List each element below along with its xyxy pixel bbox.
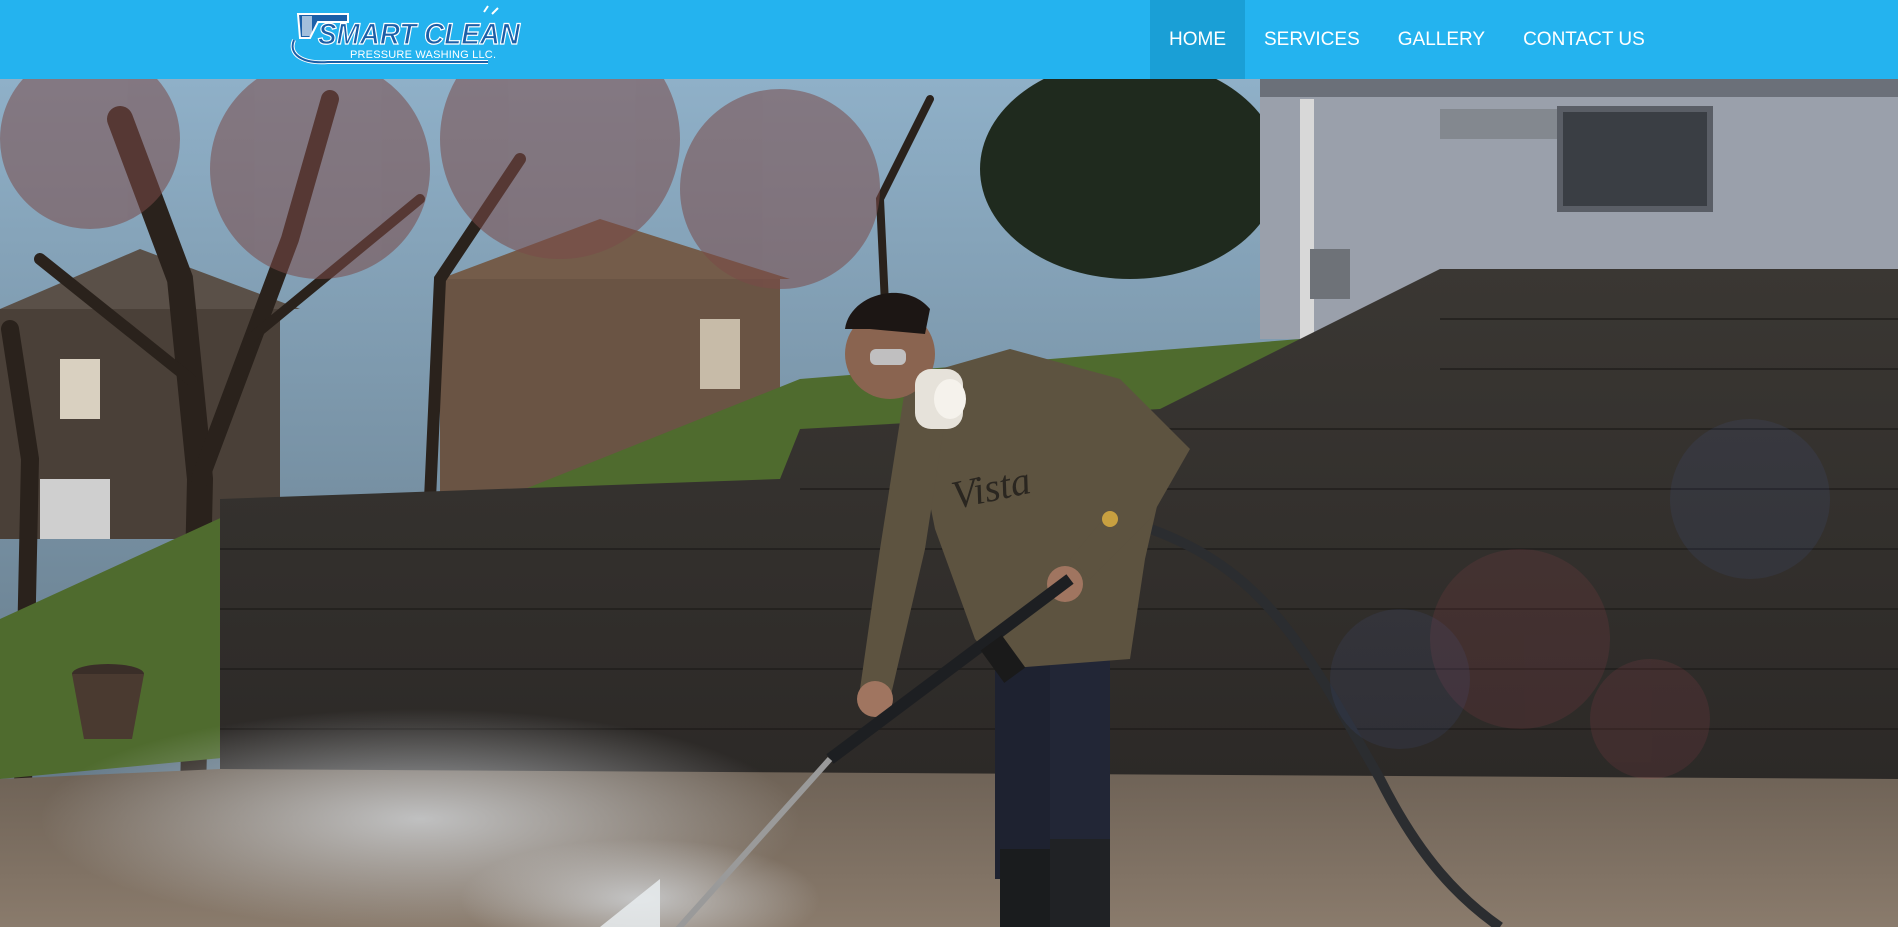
- logo-subtitle-text: PRESSURE WASHING LLC.: [350, 49, 497, 61]
- main-nav: HOME SERVICES GALLERY CONTACT US: [1150, 0, 1664, 79]
- nav-services[interactable]: SERVICES: [1245, 0, 1379, 79]
- brand-logo[interactable]: SMART CLEAN PRESSURE WASHING LLC.: [288, 4, 534, 68]
- site-header: SMART CLEAN PRESSURE WASHING LLC. HOME S…: [0, 0, 1898, 79]
- hero-image: Vista: [0, 79, 1898, 927]
- hero-photo-illustration: Vista: [0, 79, 1898, 927]
- nav-gallery[interactable]: GALLERY: [1379, 0, 1504, 79]
- nav-home[interactable]: HOME: [1150, 0, 1245, 79]
- nav-contact-us[interactable]: CONTACT US: [1504, 0, 1664, 79]
- logo-brand-text: SMART CLEAN: [318, 18, 521, 51]
